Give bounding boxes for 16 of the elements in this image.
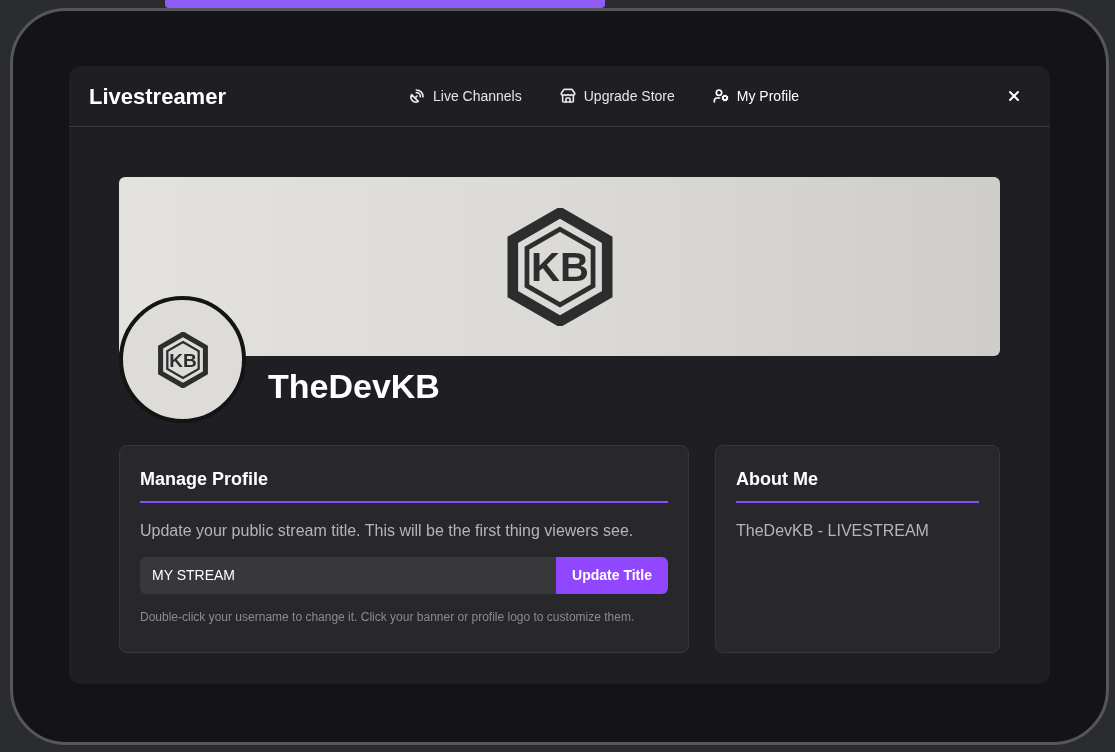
nav-tab[interactable]: Live Channels [409, 85, 522, 107]
nav-icon [559, 88, 576, 104]
app-title: Livestreamer [89, 82, 227, 111]
card-description: Update your public stream title. This will be the first thing viewers see. [140, 521, 635, 541]
update-title-button[interactable]: Update Title [556, 557, 668, 594]
card-title: About Me [736, 466, 979, 503]
nav-icon [409, 88, 425, 104]
username[interactable]: TheDevKB [268, 360, 440, 412]
hint-text: Double-click your username to change it. Click your banner or profile logo to customize them. [140, 609, 636, 626]
card-title: Manage Profile [140, 466, 668, 503]
nav-tab[interactable]: Upgrade Store [559, 85, 675, 107]
close-button[interactable] [1006, 88, 1022, 104]
about-text: TheDevKB - LIVESTREAM [736, 521, 930, 541]
nav-tab[interactable]: My Profile [712, 85, 800, 107]
nav-icon [712, 88, 729, 104]
stream-title-input[interactable]: MY STREAM [140, 557, 556, 594]
